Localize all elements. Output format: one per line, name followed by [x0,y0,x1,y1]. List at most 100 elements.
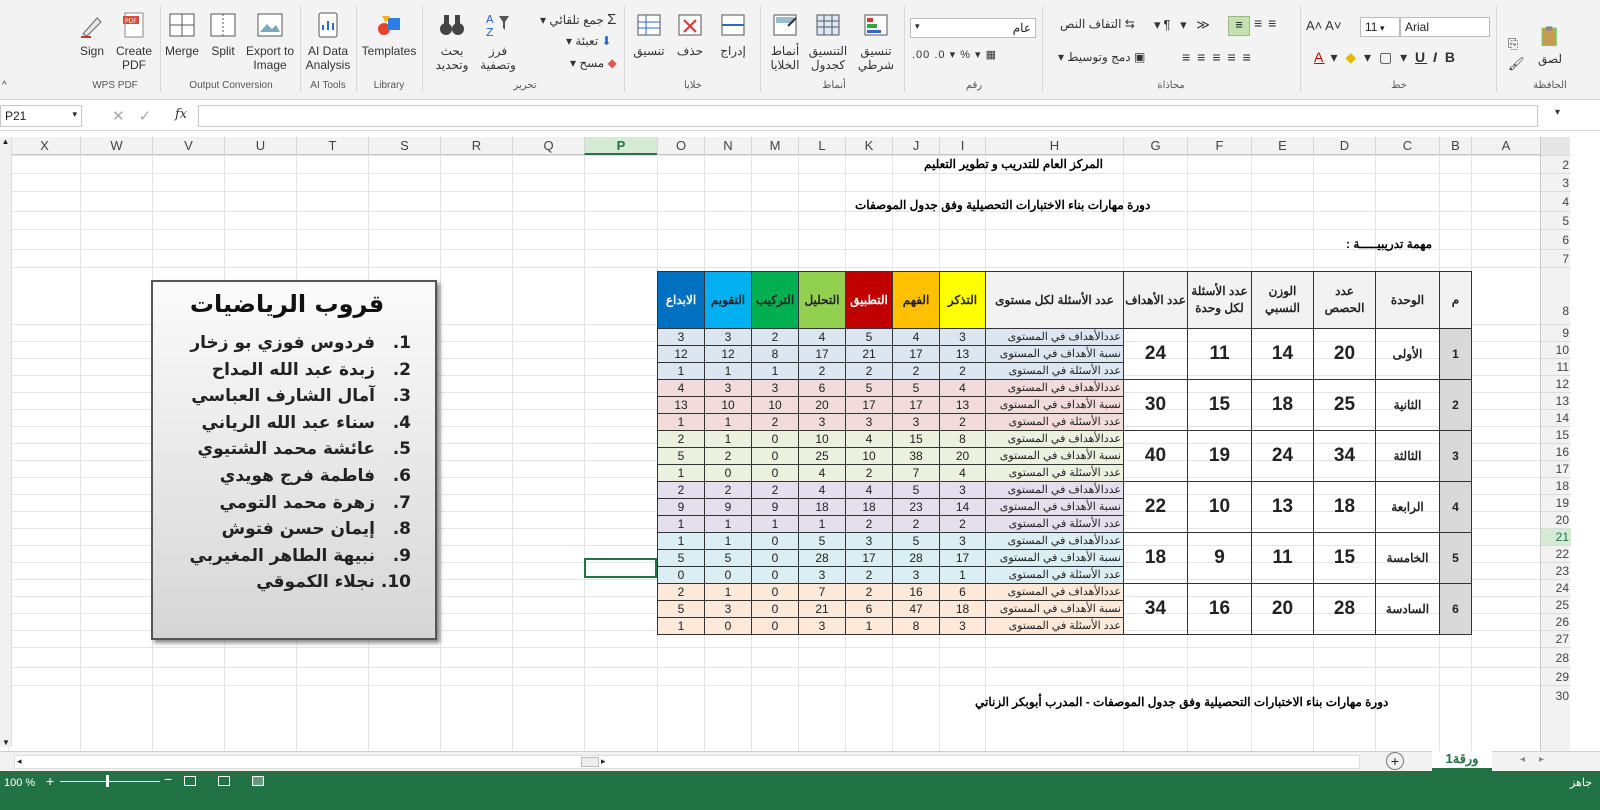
row-header[interactable]: 2 [1541,155,1571,173]
level-value-cell[interactable]: 2 [798,362,846,380]
unit-name-cell[interactable]: الثانية [1375,379,1440,431]
row-header[interactable]: 9 [1541,324,1571,341]
fx-icon[interactable]: fx [175,107,187,122]
column-header[interactable]: Q [512,137,584,155]
level-label-cell[interactable]: نسبة الأهداف في المستوى [985,549,1124,567]
level-value-cell[interactable]: 4 [657,379,705,397]
format-as-table-button[interactable]: التنسيق كجدول [806,10,850,72]
level-value-cell[interactable]: 5 [892,379,940,397]
level-value-cell[interactable]: 1 [657,362,705,380]
row-header[interactable]: 29 [1541,667,1571,685]
zoom-out-icon[interactable]: − [164,771,172,787]
fill-button[interactable]: ⬇ تعبئة ▾ [566,34,612,48]
level-value-cell[interactable]: 4 [798,481,846,499]
wrap-text-button[interactable]: ⇆ التفاف النص [1060,17,1135,31]
column-header[interactable]: T [296,137,368,155]
level-value-cell[interactable]: 0 [751,600,799,618]
level-value-cell[interactable]: 47 [892,600,940,618]
font-name-select[interactable]: Arial [1400,17,1490,37]
table-header-cell[interactable]: التقويم [704,271,752,329]
row-header[interactable]: 25 [1541,596,1571,613]
level-value-cell[interactable]: 14 [939,498,986,516]
table-header-cell[interactable]: التذكر [939,271,986,329]
level-value-cell[interactable]: 8 [892,617,940,635]
unit-num-cell[interactable]: 6 [1439,583,1472,635]
row-header[interactable]: 5 [1541,211,1571,229]
sort-filter-button[interactable]: AZ فرز وتصفية [476,10,520,72]
table-header-cell[interactable]: الوحدة [1375,271,1440,329]
ai-data-analysis-button[interactable]: AI Data Analysis [304,10,352,72]
level-label-cell[interactable]: عددالأهداف في المستوى [985,481,1124,499]
level-value-cell[interactable]: 1 [704,413,752,431]
unit-classes-cell[interactable]: 34 [1313,430,1376,482]
column-header[interactable]: D [1313,137,1375,155]
column-header[interactable]: G [1123,137,1187,155]
row-header[interactable]: 19 [1541,494,1571,511]
normal-view-icon[interactable] [252,776,264,786]
copy-button[interactable]: ⎘ [1508,36,1518,52]
level-value-cell[interactable]: 0 [751,566,799,584]
unit-num-cell[interactable]: 3 [1439,430,1472,482]
level-value-cell[interactable]: 0 [751,532,799,550]
level-value-cell[interactable]: 1 [704,515,752,533]
column-header[interactable]: M [751,137,798,155]
unit-questions-cell[interactable]: 10 [1187,481,1252,533]
unit-name-cell[interactable]: الخامسة [1375,532,1440,584]
level-value-cell[interactable]: 17 [845,549,893,567]
unit-weight-cell[interactable]: 24 [1251,430,1314,482]
level-value-cell[interactable]: 1 [704,430,752,448]
level-value-cell[interactable]: 5 [798,532,846,550]
row-header[interactable]: 17 [1541,460,1571,477]
row-header[interactable]: 7 [1541,249,1571,267]
table-header-cell[interactable]: عدد الأسئلة لكل وحدة [1187,271,1252,329]
horizontal-align-tools[interactable]: ≡≡≡≡≡ [1182,49,1258,65]
level-value-cell[interactable]: 28 [798,549,846,567]
level-label-cell[interactable]: عددالأهداف في المستوى [985,583,1124,601]
unit-goals-cell[interactable]: 24 [1123,328,1188,380]
column-header[interactable]: N [704,137,751,155]
level-value-cell[interactable]: 17 [798,345,846,363]
level-value-cell[interactable]: 0 [704,464,752,482]
unit-questions-cell[interactable]: 9 [1187,532,1252,584]
table-header-cell[interactable]: التركيب [751,271,799,329]
zoom-thumb[interactable] [106,775,109,787]
level-value-cell[interactable]: 4 [845,481,893,499]
column-header[interactable]: E [1251,137,1313,155]
level-value-cell[interactable]: 2 [845,362,893,380]
level-value-cell[interactable]: 2 [751,328,799,346]
level-value-cell[interactable]: 21 [845,345,893,363]
unit-weight-cell[interactable]: 20 [1251,583,1314,635]
find-select-button[interactable]: بحث وتحديد [428,10,476,72]
unit-goals-cell[interactable]: 18 [1123,532,1188,584]
row-header[interactable]: 22 [1541,545,1571,562]
level-value-cell[interactable]: 3 [657,328,705,346]
unit-name-cell[interactable]: الرابعة [1375,481,1440,533]
level-label-cell[interactable]: نسبة الأهداف في المستوى [985,447,1124,465]
unit-weight-cell[interactable]: 11 [1251,532,1314,584]
level-value-cell[interactable]: 17 [892,396,940,414]
level-value-cell[interactable]: 5 [845,379,893,397]
level-value-cell[interactable]: 5 [892,532,940,550]
unit-num-cell[interactable]: 5 [1439,532,1472,584]
table-header-cell[interactable]: التطبيق [845,271,893,329]
level-value-cell[interactable]: 18 [845,498,893,516]
column-header[interactable]: L [798,137,845,155]
scroll-up-icon[interactable]: ▲ [0,137,11,146]
table-header-cell[interactable]: الفهم [892,271,940,329]
unit-name-cell[interactable]: الأولى [1375,328,1440,380]
column-header[interactable]: W [80,137,152,155]
table-header-cell[interactable]: عدد الأسئلة لكل مستوى [985,271,1124,329]
row-header[interactable]: 23 [1541,562,1571,579]
row-header[interactable]: 15 [1541,426,1571,443]
text-direction-tools[interactable]: ▾¶ ▾ ≫ [1154,17,1213,33]
level-value-cell[interactable]: 2 [939,362,986,380]
level-value-cell[interactable]: 10 [751,396,799,414]
unit-num-cell[interactable]: 2 [1439,379,1472,431]
unit-num-cell[interactable]: 1 [1439,328,1472,380]
unit-questions-cell[interactable]: 11 [1187,328,1252,380]
level-value-cell[interactable]: 3 [751,379,799,397]
unit-classes-cell[interactable]: 15 [1313,532,1376,584]
row-header[interactable]: 3 [1541,173,1571,191]
insert-cells-button[interactable]: إدراج [712,10,754,58]
level-value-cell[interactable]: 28 [892,549,940,567]
